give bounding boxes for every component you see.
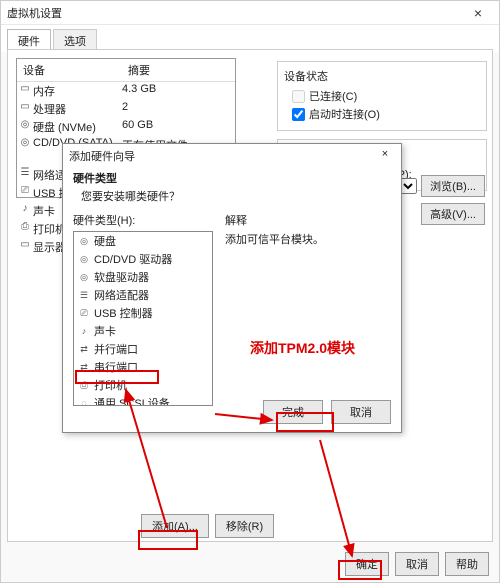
add-button[interactable]: 添加(A)... [141,514,209,538]
explain-label: 解释 [225,212,391,228]
device-icon: ▭ [17,239,33,255]
dialog-buttons: 确定 取消 帮助 [345,552,489,576]
list-label: 硬件类型(H): [73,212,213,228]
add-remove-bar: 添加(A)... 移除(R) [141,514,274,538]
device-icon: ▭ [17,101,33,117]
device-icon: ⎙ [17,221,33,237]
type-icon: ♪ [78,326,90,336]
hw-type-item[interactable]: ⎚USB 控制器 [74,304,212,322]
type-icon: ◌ [78,398,90,406]
hardware-type-list[interactable]: ◎硬盘◎CD/DVD 驱动器◎软盘驱动器☰网络适配器⎚USB 控制器♪声卡⇄并行… [73,231,213,406]
cancel-button[interactable]: 取消 [395,552,439,576]
col-device: 设备 [17,59,122,81]
status-legend: 设备状态 [284,68,480,84]
type-icon: ⇄ [78,362,90,373]
hw-type-item[interactable]: ⎙打印机 [74,376,212,394]
type-icon: ⎚ [78,308,90,319]
titlebar: 虚拟机设置 × [1,1,499,25]
device-status-group: 设备状态 已连接(C) 启动时连接(O) [277,61,487,131]
explain-text: 添加可信平台模块。 [225,231,391,247]
type-icon: ☰ [78,290,90,301]
device-icon: ◎ [17,137,33,165]
hw-type-item[interactable]: ◎硬盘 [74,232,212,250]
wizard-heading: 硬件类型 [73,170,391,186]
type-icon: ◎ [78,254,90,265]
hw-type-item[interactable]: ◌通用 SCSI 设备 [74,394,212,406]
help-button[interactable]: 帮助 [445,552,489,576]
hw-type-item[interactable]: ⇄并行端口 [74,340,212,358]
tab-bar: 硬件 选项 [1,25,499,52]
close-icon[interactable]: × [463,5,493,21]
device-icon: ♪ [17,203,33,219]
device-icon: ⎚ [17,185,33,201]
connected-checkbox[interactable]: 已连接(C) [292,88,480,104]
hw-row[interactable]: ▭处理器2 [17,100,235,118]
device-icon: ☰ [17,167,33,183]
annotation-text: 添加TPM2.0模块 [250,338,355,358]
wizard-subheading: 您要安装哪类硬件？ [81,188,391,204]
hw-row[interactable]: ◎硬盘 (NVMe)60 GB [17,118,235,136]
hw-type-item[interactable]: ⇄串行端口 [74,358,212,376]
wizard-title: 添加硬件向导 [69,148,375,164]
ok-button[interactable]: 确定 [345,552,389,576]
device-icon: ◎ [17,119,33,135]
window-title: 虚拟机设置 [7,5,463,21]
hw-type-item[interactable]: ◎CD/DVD 驱动器 [74,250,212,268]
finish-button[interactable]: 完成 [263,400,323,424]
remove-button[interactable]: 移除(R) [215,514,274,538]
wizard-cancel-button[interactable]: 取消 [331,400,391,424]
browse-button[interactable]: 浏览(B)... [421,175,485,197]
hw-type-item[interactable]: ◎软盘驱动器 [74,268,212,286]
add-hardware-wizard: 添加硬件向导 × 硬件类型 您要安装哪类硬件？ 硬件类型(H): ◎硬盘◎CD/… [62,143,402,433]
type-icon: ◎ [78,272,90,283]
connect-on-power-checkbox[interactable]: 启动时连接(O) [292,106,480,122]
hw-type-item[interactable]: ☰网络适配器 [74,286,212,304]
wizard-close-icon[interactable]: × [375,148,395,164]
type-icon: ⇄ [78,344,90,355]
advanced-button[interactable]: 高级(V)... [421,203,485,225]
col-summary: 摘要 [122,59,235,81]
hw-row[interactable]: ▭内存4.3 GB [17,82,235,100]
type-icon: ⎙ [78,380,90,391]
device-icon: ▭ [17,83,33,99]
hw-type-item[interactable]: ♪声卡 [74,322,212,340]
type-icon: ◎ [78,236,90,247]
